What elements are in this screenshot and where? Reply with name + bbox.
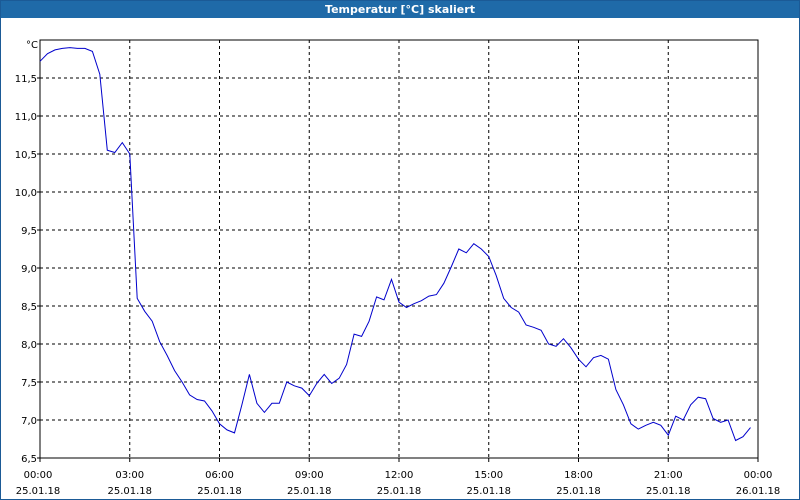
- x-tick-time-label: 03:00: [115, 470, 144, 481]
- x-tick-time-label: 09:00: [295, 470, 324, 481]
- y-axis: 6,5 7,0 7,5 8,0 8,5 9,0 9,5 10,0 10,5 11,0 11,5: [15, 74, 40, 465]
- y-tick-label: 7,0: [21, 416, 37, 427]
- x-tick-date-label: 25.01.18: [466, 486, 511, 497]
- x-tick-date-label: 25.01.18: [646, 486, 691, 497]
- x-tick-time-label: 21:00: [654, 470, 683, 481]
- x-tick-time-label: 00:00: [744, 470, 773, 481]
- y-tick-label: 11,5: [15, 74, 37, 85]
- x-axis: 00:00 25.01.18 03:00 25.01.18 06:00 25.01.18 0…: [16, 458, 781, 497]
- x-tick-time-label: 15:00: [474, 470, 503, 481]
- y-tick-label: 6,5: [21, 454, 37, 465]
- y-tick-label: 8,0: [21, 340, 37, 351]
- x-tick-date-label: 25.01.18: [287, 486, 332, 497]
- x-tick-date-label: 25.01.18: [197, 486, 242, 497]
- x-tick-time-label: 00:00: [24, 470, 53, 481]
- x-tick-time-label: 18:00: [564, 470, 593, 481]
- x-tick-date-label: 25.01.18: [377, 486, 422, 497]
- y-tick-label: 10,0: [15, 188, 37, 199]
- y-tick-label: 9,5: [21, 226, 37, 237]
- x-tick-date-label: 25.01.18: [16, 486, 61, 497]
- x-tick-date-label: 25.01.18: [107, 486, 152, 497]
- y-tick-label: 11,0: [15, 112, 37, 123]
- y-axis-unit-label: °C: [26, 40, 38, 51]
- x-tick-time-label: 06:00: [205, 470, 234, 481]
- x-tick-date-label: 25.01.18: [556, 486, 601, 497]
- temperature-chart: 6,5 7,0 7,5 8,0 8,5 9,0 9,5 10,0 10,5 11,0 11,5 00…: [15, 39, 781, 497]
- x-tick-time-label: 12:00: [385, 470, 414, 481]
- x-tick-date-label: 26.01.18: [736, 486, 781, 497]
- y-tick-label: 10,5: [15, 150, 37, 161]
- y-tick-label: 7,5: [21, 378, 37, 389]
- y-tick-label: 8,5: [21, 302, 37, 313]
- y-tick-label: 9,0: [21, 264, 37, 275]
